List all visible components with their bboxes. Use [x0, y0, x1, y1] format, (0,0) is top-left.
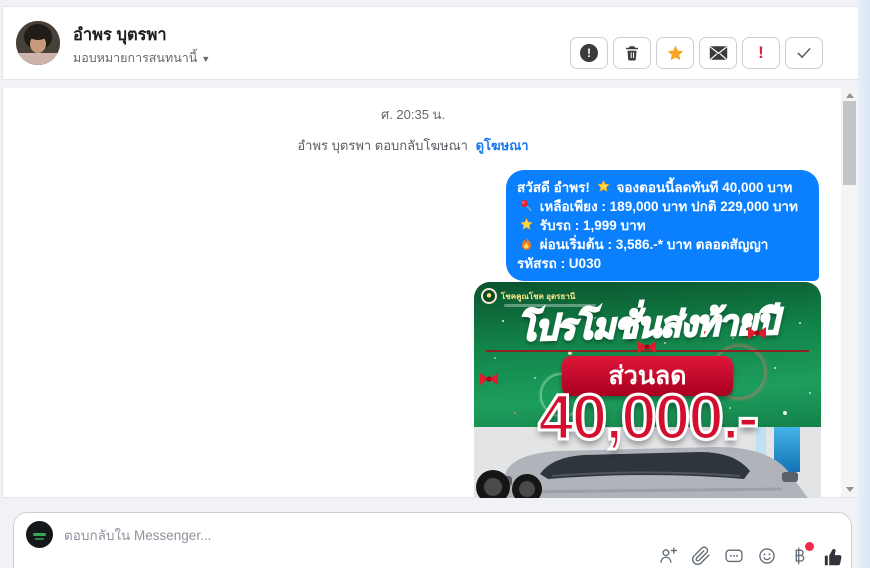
check-icon	[797, 48, 811, 59]
mark-done-button[interactable]	[785, 37, 823, 69]
assign-conversation-dropdown[interactable]: มอบหมายการสนทนานี้ ▼	[73, 48, 210, 68]
ribbon-bow-icon	[748, 327, 766, 339]
star-icon	[667, 45, 683, 60]
saved-replies-button[interactable]	[724, 546, 744, 566]
attach-file-button[interactable]	[691, 546, 711, 566]
scrollbar-thumb[interactable]	[843, 101, 856, 185]
composer-toolbar	[658, 542, 843, 566]
bubble-line: เหลือเพียง : 189,000 บาท ปกติ 229,000 บา…	[517, 197, 808, 216]
conversation-thread: ศ. 20:35 น. อำพร บุตรพา ตอบกลับโฆษณา ดูโ…	[2, 88, 858, 498]
contact-name: อำพร บุตรพา	[73, 26, 167, 44]
envelope-icon	[709, 46, 727, 60]
bubble-line: รหัสรถ : U030	[517, 256, 602, 271]
red-exclamation-icon: !	[758, 43, 764, 62]
header-action-bar: ! !	[570, 37, 823, 69]
avatar-photo	[16, 21, 60, 65]
ad-reply-notice: อำพร บุตรพา ตอบกลับโฆษณา ดูโฆษณา	[3, 135, 823, 156]
scroll-down-arrow[interactable]	[841, 482, 858, 497]
bubble-line: สวัสดี อำพร! จองตอนนี้ลดทันที 40,000 บาท	[517, 180, 793, 195]
outgoing-message-bubble: สวัสดี อำพร! จองตอนนี้ลดทันที 40,000 บาท…	[506, 170, 819, 281]
saved-replies-icon	[725, 549, 743, 563]
trash-icon	[626, 46, 638, 61]
request-payment-button[interactable]	[790, 542, 814, 566]
bubble-line: ผ่อนเริ่มต้น : 3,586.-* บาท ตลอดสัญญา	[517, 235, 808, 254]
bubble-line: รับรถ : 1,999 บาท	[517, 216, 808, 235]
ribbon-bow-icon	[638, 341, 656, 353]
paperclip-icon	[692, 546, 710, 565]
notification-badge	[805, 542, 814, 551]
star-emoji	[597, 180, 610, 192]
circle-exclamation-icon: !	[580, 44, 598, 62]
message-timestamp: ศ. 20:35 น.	[380, 107, 446, 122]
fire-emoji	[522, 237, 531, 250]
conversation-header: อำพร บุตรพา มอบหมายการสนทนานี้ ▼ ! !	[2, 6, 858, 80]
mark-unread-button[interactable]	[699, 37, 737, 69]
add-contact-button[interactable]	[658, 546, 678, 566]
page-avatar	[26, 521, 53, 548]
delete-button[interactable]	[613, 37, 651, 69]
emoji-smiley-icon	[759, 548, 775, 564]
discount-amount: 40,000.-	[537, 380, 761, 455]
page-logo-icon	[33, 533, 46, 536]
messenger-inbox-view: อำพร บุตรพา มอบหมายการสนทนานี้ ▼ ! ! ศ. …	[0, 0, 870, 568]
page-background-strip	[858, 0, 870, 568]
emoji-button[interactable]	[757, 546, 777, 566]
send-like-button[interactable]	[823, 546, 843, 566]
ad-reply-text: อำพร บุตรพา ตอบกลับโฆษณา	[297, 138, 468, 153]
reply-input[interactable]	[64, 521, 624, 549]
view-ad-link[interactable]: ดูโฆษณา	[476, 138, 529, 153]
tire-photo	[512, 474, 542, 498]
follow-up-button[interactable]	[656, 37, 694, 69]
report-button[interactable]: !	[570, 37, 608, 69]
add-contact-icon	[660, 547, 677, 563]
contact-avatar[interactable]	[16, 21, 60, 65]
star-emoji	[520, 218, 533, 230]
pin-emoji	[520, 199, 533, 212]
chat-scrollbar[interactable]	[841, 88, 858, 497]
chevron-down-icon: ▼	[201, 54, 211, 64]
sparkles-decoration	[474, 282, 476, 284]
promo-image-attachment[interactable]: โชคคูณโชค อุดรธานี โปรโมชั่นส่งท้ายปี ส่…	[474, 282, 821, 498]
assign-label: มอบหมายการสนทนานี้	[73, 51, 198, 65]
flag-important-button[interactable]: !	[742, 37, 780, 69]
thumbs-up-icon	[824, 548, 842, 566]
page-logo-icon	[35, 538, 44, 540]
tire-photo	[476, 470, 510, 498]
